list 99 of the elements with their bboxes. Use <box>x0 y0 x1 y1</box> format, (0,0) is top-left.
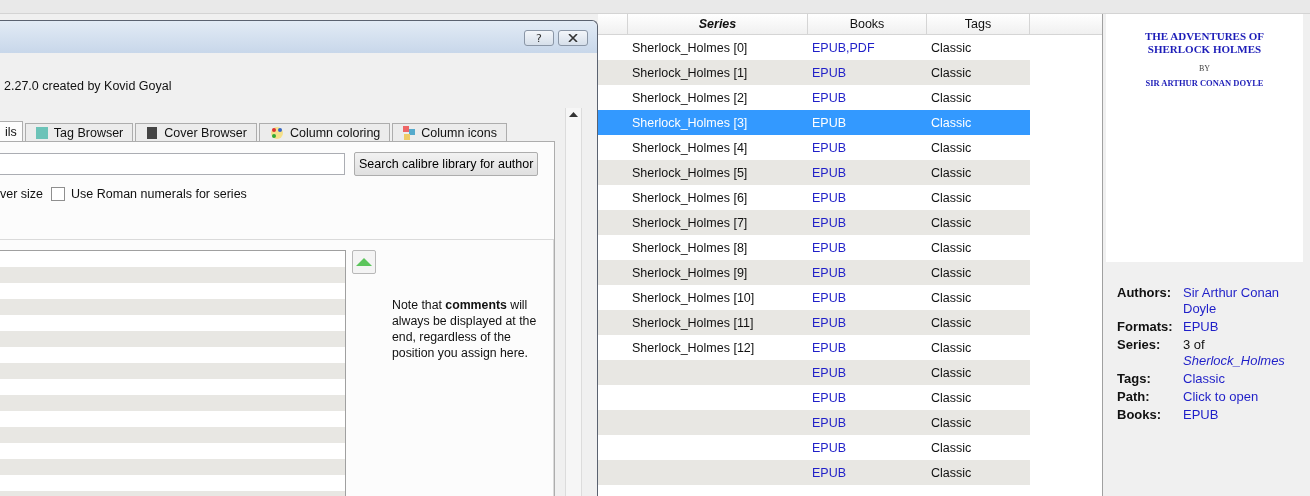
table-cell: Sherlock_Holmes [11] <box>632 315 754 330</box>
tab[interactable]: Cover Browser <box>135 123 257 141</box>
table-cell: EPUB <box>812 290 847 305</box>
column-header[interactable]: Series <box>628 14 808 34</box>
table-cell: Sherlock_Holmes [9] <box>632 265 748 280</box>
table-cell: EPUB <box>812 265 847 280</box>
table-cell: EPUB,PDF <box>812 40 875 55</box>
detail-label: Formats: <box>1117 319 1174 335</box>
detail-label: Path: <box>1117 389 1151 405</box>
table-cell: EPUB <box>812 340 847 355</box>
table-cell: Classic <box>931 240 972 255</box>
table-cell: EPUB <box>812 190 847 205</box>
table-cell: Sherlock_Holmes [6] <box>632 190 748 205</box>
detail-link[interactable]: EPUB <box>1183 319 1303 335</box>
scroll-up-icon <box>569 112 578 117</box>
detail-link[interactable]: Click to open <box>1183 389 1303 405</box>
table-cell: Classic <box>931 115 972 130</box>
note-text: Note that comments will always be displayed at the end, regardless of the position you assign here. <box>392 297 538 361</box>
close-icon <box>568 34 578 42</box>
table-cell: Classic <box>931 340 972 355</box>
table-row[interactable]: Sherlock_Holmes [7] EPUB Classic <box>598 210 1030 235</box>
table-cell: Classic <box>931 265 972 280</box>
table-cell: Classic <box>931 415 972 430</box>
table-row[interactable]: Sherlock_Holmes [11] EPUB Classic <box>598 310 1030 335</box>
table-row[interactable]: EPUB Classic <box>598 460 1030 485</box>
table-cell: EPUB <box>812 440 847 455</box>
cover-author: SIR ARTHUR CONAN DOYLE <box>1145 78 1264 88</box>
table-cell: EPUB <box>812 365 847 380</box>
table-cell: Classic <box>931 90 972 105</box>
table-cell: EPUB <box>812 390 847 405</box>
checkbox-label[interactable]: Use Roman numerals for series <box>71 187 247 201</box>
checkbox[interactable] <box>51 187 66 201</box>
scrollbar[interactable] <box>565 108 582 496</box>
option-label: ver size <box>0 187 44 201</box>
table-cell: Classic <box>931 315 972 330</box>
tab[interactable]: Tag Browser <box>24 123 134 141</box>
detail-link[interactable]: EPUB <box>1183 407 1303 423</box>
table-row[interactable]: EPUB Classic <box>598 410 1030 435</box>
table-row[interactable]: Sherlock_Holmes [5] EPUB Classic <box>598 160 1030 185</box>
help-button[interactable]: ? <box>524 30 554 46</box>
table-cell: Sherlock_Holmes [3] <box>632 115 748 130</box>
table-cell: Sherlock_Holmes [4] <box>632 140 748 155</box>
tab[interactable]: Column coloring <box>258 123 391 141</box>
table-cell: EPUB <box>812 315 847 330</box>
table-cell: Sherlock_Holmes [7] <box>632 215 748 230</box>
table-cell: Sherlock_Holmes [0] <box>632 40 748 55</box>
detail-label: Tags: <box>1117 371 1152 387</box>
table-cell: Sherlock_Holmes [12] <box>632 340 755 355</box>
table-cell: EPUB <box>812 65 847 80</box>
author-input-field[interactable] <box>0 153 345 175</box>
credit-text: 2.27.0 created by Kovid Goyal <box>4 79 172 93</box>
palette-icon <box>268 124 285 141</box>
table-cell: Classic <box>931 40 972 55</box>
detail-label: Series: <box>1117 337 1162 354</box>
icons-grid-icon <box>402 124 417 141</box>
tab[interactable]: ils <box>0 121 23 141</box>
column-header[interactable]: Tags <box>927 14 1030 34</box>
table-row[interactable]: Sherlock_Holmes [9] EPUB Classic <box>598 260 1030 285</box>
table-cell: Sherlock_Holmes [1] <box>632 65 748 80</box>
table-cell: Classic <box>931 165 972 180</box>
table-cell: Classic <box>931 440 972 455</box>
cover-browser-icon <box>145 125 160 140</box>
move-up-button[interactable] <box>352 250 376 274</box>
tab[interactable]: Column icons <box>392 123 508 141</box>
table-row[interactable]: EPUB Classic <box>598 360 1030 385</box>
table-cell: Classic <box>931 215 972 230</box>
table-cell: Sherlock_Holmes [2] <box>632 90 748 105</box>
table-cell: Sherlock_Holmes [5] <box>632 165 748 180</box>
search-library-button[interactable]: Search calibre library for author <box>354 152 539 176</box>
cover-title: THE ADVENTURES OF SHERLOCK HOLMES <box>1143 30 1266 56</box>
up-triangle-icon <box>356 258 372 266</box>
table-cell: Classic <box>931 390 972 405</box>
detail-label: Books: <box>1117 407 1163 423</box>
table-cell: Classic <box>931 190 972 205</box>
table-cell: EPUB <box>812 90 847 105</box>
cover-by: BY <box>1198 64 1211 73</box>
table-cell: EPUB <box>812 465 847 480</box>
table-cell: EPUB <box>812 415 847 430</box>
table-cell: Sherlock_Holmes [10] <box>632 290 755 305</box>
table-cell: EPUB <box>812 215 847 230</box>
table-cell: EPUB <box>812 165 847 180</box>
column-header[interactable]: Books <box>808 14 927 34</box>
table-cell: Sherlock_Holmes [8] <box>632 240 748 255</box>
table-cell: Classic <box>931 65 972 80</box>
table-row[interactable]: Sherlock_Holmes [1] EPUB Classic <box>598 60 1030 85</box>
detail-link[interactable]: Sir Arthur Conan Doyle <box>1183 285 1303 317</box>
table-cell: Classic <box>931 365 972 380</box>
close-button[interactable] <box>558 30 588 46</box>
table-cell: Classic <box>931 140 972 155</box>
table-cell: EPUB <box>812 115 847 130</box>
table-cell: EPUB <box>812 140 847 155</box>
series-link[interactable]: Sherlock_Holmes <box>1183 353 1303 369</box>
table-cell: EPUB <box>812 240 847 255</box>
series-number: 3 of <box>1183 337 1206 353</box>
detail-link[interactable]: Classic <box>1183 371 1303 387</box>
detail-label: Authors: <box>1117 285 1173 302</box>
tag-browser-icon <box>34 125 49 140</box>
table-cell: Classic <box>931 290 972 305</box>
table-cell: Classic <box>931 465 972 480</box>
